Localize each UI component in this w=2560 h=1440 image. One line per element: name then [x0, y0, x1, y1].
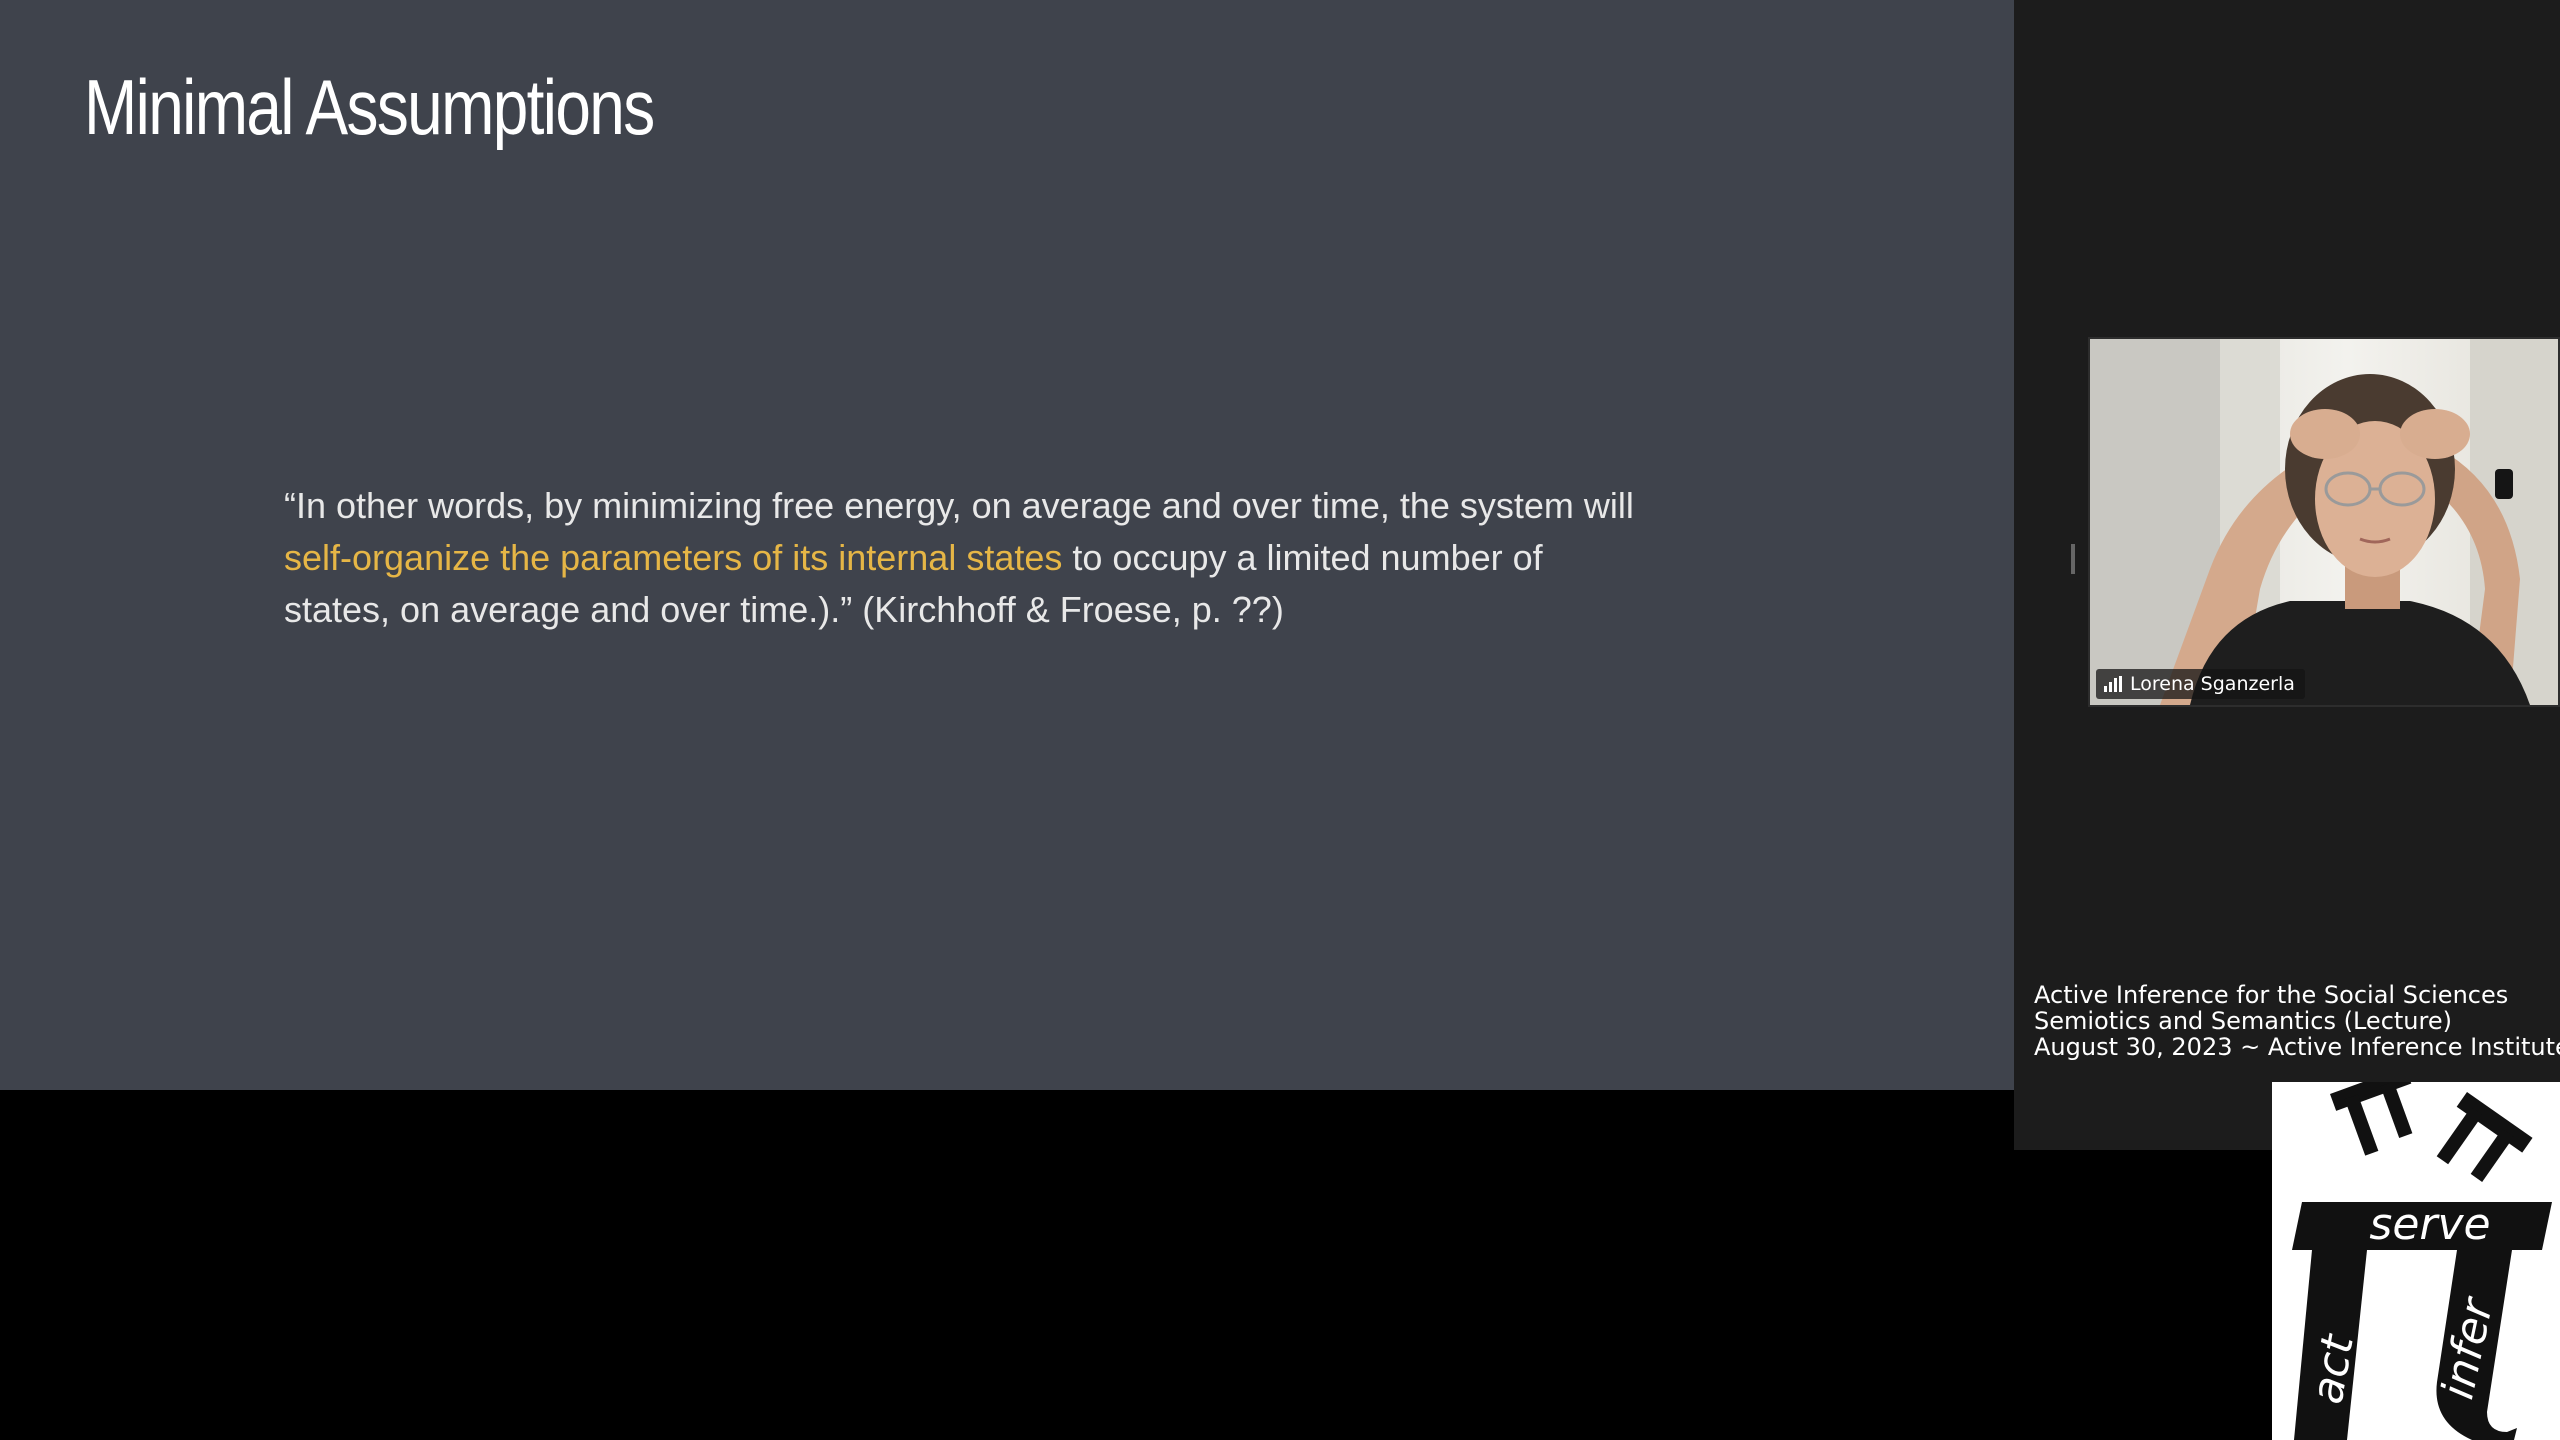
- presentation-slide: Minimal Assumptions “In other words, by …: [0, 0, 2014, 1090]
- logo-word-serve: serve: [2369, 1199, 2490, 1250]
- participant-video-tile[interactable]: Lorena Sganzerla: [2088, 337, 2560, 707]
- slide-title: Minimal Assumptions: [84, 63, 655, 151]
- quote-line-2: self-organize the parameters of its inte…: [284, 532, 1784, 584]
- quote-highlight: self-organize the parameters of its inte…: [284, 537, 1063, 578]
- participant-name: Lorena Sganzerla: [2130, 673, 2295, 695]
- logo-word-infer: infer: [2432, 1292, 2503, 1404]
- screen: Minimal Assumptions “In other words, by …: [0, 0, 2560, 1440]
- signal-bars-icon: [2104, 676, 2122, 692]
- caption-line-3: August 30, 2023 ~ Active Inference Insti…: [2034, 1033, 2560, 1061]
- logo-graphic: serve act infer: [2292, 1082, 2552, 1440]
- active-inference-logo: serve act infer: [2272, 1082, 2560, 1440]
- slide-quote: “In other words, by minimizing free ener…: [284, 480, 1784, 636]
- quote-line-3: states, on average and over time.).” (Ki…: [284, 589, 1284, 630]
- stream-caption: Active Inference for the Social Sciences…: [2034, 982, 2560, 1060]
- panel-resize-handle[interactable]: [2071, 544, 2075, 574]
- participant-video-feed: [2090, 339, 2558, 705]
- participant-name-tag: Lorena Sganzerla: [2096, 669, 2305, 699]
- caption-line-1: Active Inference for the Social Sciences: [2034, 981, 2509, 1009]
- quote-line-1: “In other words, by minimizing free ener…: [284, 485, 1634, 526]
- quote-line-2-rest: to occupy a limited number of: [1062, 537, 1543, 578]
- caption-line-2: Semiotics and Semantics (Lecture): [2034, 1007, 2452, 1035]
- logo-word-act: act: [2302, 1330, 2364, 1408]
